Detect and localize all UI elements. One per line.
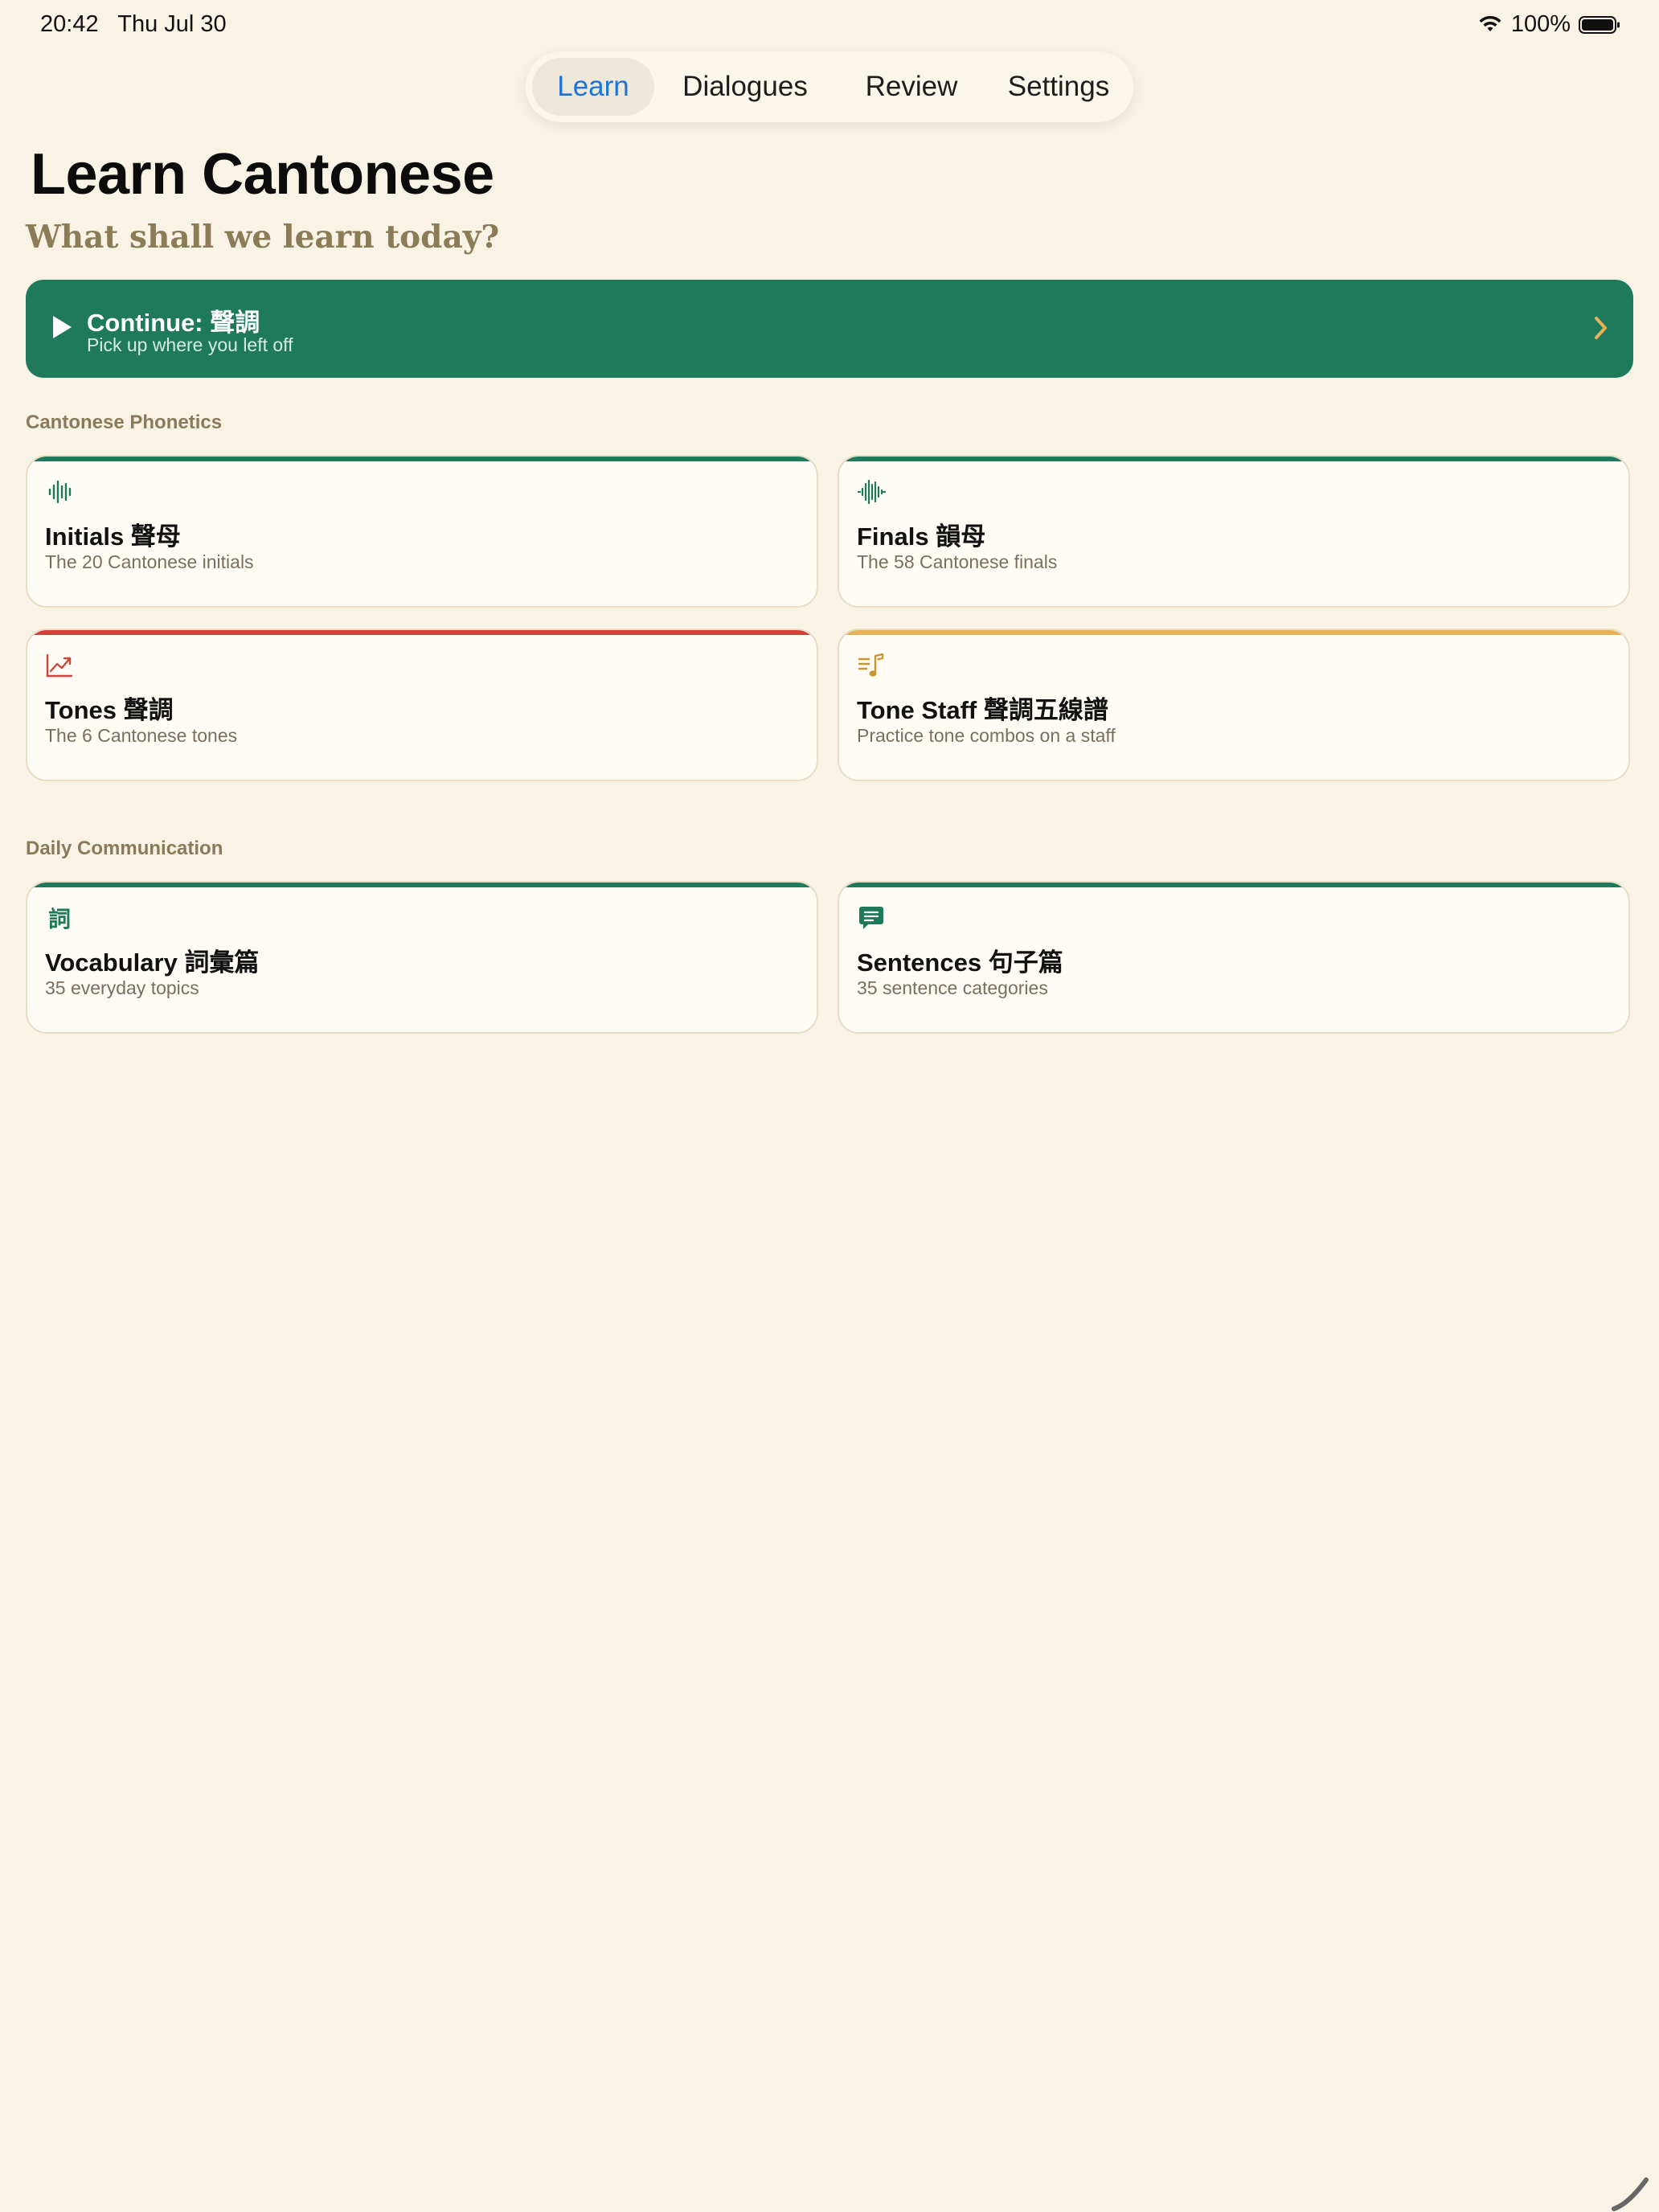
card-accent: [839, 457, 1628, 461]
continue-subtitle: Pick up where you left off: [87, 334, 293, 355]
battery-icon: [1579, 15, 1620, 34]
card-accent: [839, 883, 1628, 887]
card-subtitle: Practice tone combos on a staff: [857, 725, 1116, 746]
card-title: Vocabulary 詞彙篇: [45, 948, 260, 977]
music-note-list-icon: [857, 651, 886, 680]
card-title: Tone Staff 聲調五線譜: [857, 696, 1108, 724]
status-indicators: 100%: [1477, 11, 1620, 38]
card-title: Tones 聲調: [45, 696, 174, 724]
tab-learn[interactable]: Learn: [532, 58, 654, 116]
tab-review[interactable]: Review: [841, 58, 982, 116]
status-date: Thu Jul 30: [117, 11, 227, 37]
top-tab-bar: Learn Dialogues Review Settings: [526, 51, 1133, 122]
line-chart-icon: [45, 651, 74, 680]
wifi-icon: [1479, 15, 1501, 31]
continue-title: Continue: 聲調: [87, 309, 260, 337]
card-accent: [27, 883, 817, 887]
card-title: Finals 韻母: [857, 522, 986, 551]
chat-bubble-icon: [857, 903, 886, 932]
corner-indicator-icon: [1612, 2177, 1649, 2211]
card-subtitle: 35 sentence categories: [857, 977, 1048, 998]
waveform-icon: [857, 477, 886, 506]
tab-dialogues[interactable]: Dialogues: [661, 58, 830, 116]
play-icon: [53, 316, 72, 338]
section-label-phonetics: Cantonese Phonetics: [26, 412, 223, 433]
card-initials[interactable]: Initials 聲母 The 20 Cantonese initials: [26, 455, 818, 608]
card-finals[interactable]: Finals 韻母 The 58 Cantonese finals: [838, 455, 1630, 608]
page-subtitle: What shall we learn today?: [26, 219, 500, 256]
card-accent: [27, 457, 817, 461]
card-sentences[interactable]: Sentences 句子篇 35 sentence categories: [838, 881, 1630, 1034]
card-subtitle: 35 everyday topics: [45, 977, 199, 998]
waveform-icon: [45, 477, 74, 506]
card-subtitle: The 58 Cantonese finals: [857, 551, 1058, 572]
card-subtitle: The 20 Cantonese initials: [45, 551, 254, 572]
word-glyph-icon: 詞: [47, 906, 71, 932]
battery-percent: 100%: [1510, 11, 1571, 37]
status-time: 20:42 Thu Jul 30: [40, 11, 227, 38]
chevron-right-icon: [1595, 317, 1607, 339]
card-subtitle: The 6 Cantonese tones: [45, 725, 238, 746]
page-title: Learn Cantonese: [31, 142, 494, 207]
card-tones[interactable]: Tones 聲調 The 6 Cantonese tones: [26, 629, 818, 781]
card-title: Initials 聲母: [45, 522, 181, 551]
status-clock: 20:42: [40, 11, 99, 37]
card-accent: [27, 630, 817, 635]
card-tone-staff[interactable]: Tone Staff 聲調五線譜 Practice tone combos on…: [838, 629, 1630, 781]
card-vocabulary[interactable]: 詞 Vocabulary 詞彙篇 35 everyday topics: [26, 881, 818, 1034]
continue-button[interactable]: Continue: 聲調 Pick up where you left off: [26, 280, 1633, 378]
status-bar: 20:42 Thu Jul 30 100%: [0, 0, 1659, 51]
card-title: Sentences 句子篇: [857, 948, 1063, 977]
card-accent: [839, 630, 1628, 635]
tab-settings[interactable]: Settings: [990, 58, 1127, 116]
section-label-daily-communication: Daily Communication: [26, 838, 223, 859]
